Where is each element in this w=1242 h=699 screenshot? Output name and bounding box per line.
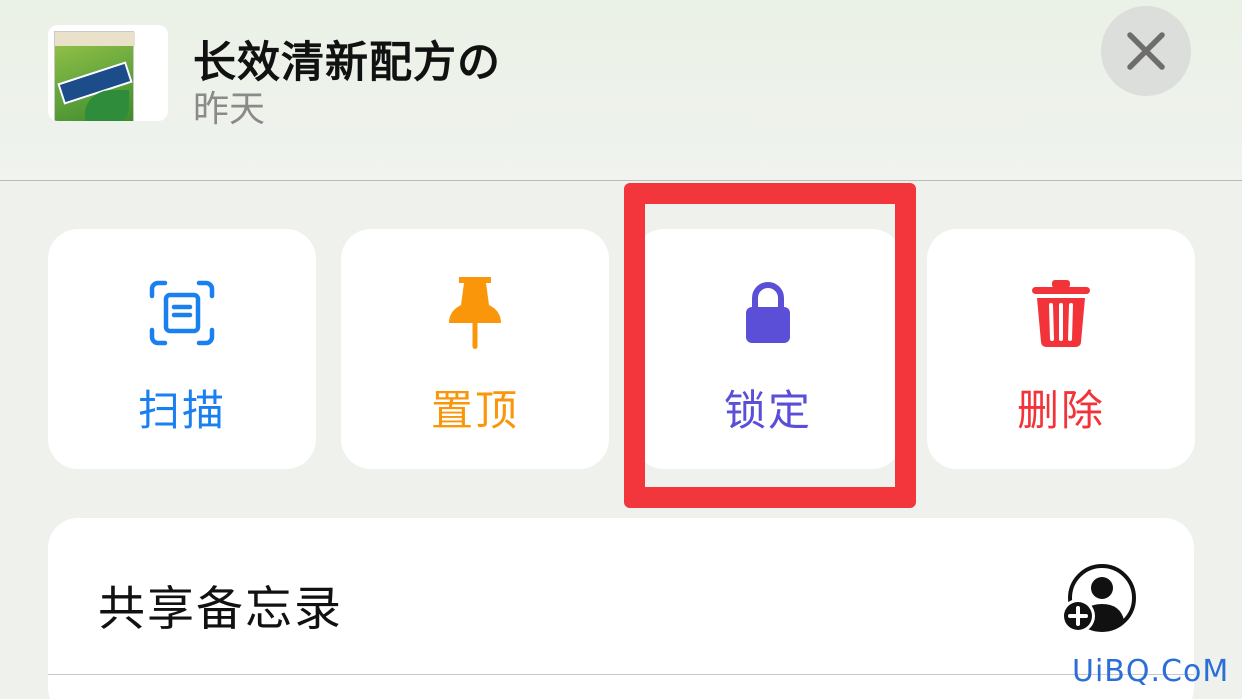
pin-icon <box>449 277 501 349</box>
scan-label: 扫描 <box>137 386 226 435</box>
pin-label: 置顶 <box>430 386 519 435</box>
note-thumbnail[interactable] <box>48 25 168 121</box>
pin-button[interactable]: 置顶 <box>341 229 609 469</box>
watermark: UiBQ.CoM <box>1072 654 1230 689</box>
note-header: 长效清新配方の 昨天 <box>0 0 1242 181</box>
row-divider <box>48 674 1194 675</box>
note-thumbnail-image <box>54 31 135 121</box>
share-note-row[interactable]: 共享备忘录 <box>48 518 1194 699</box>
share-note-label: 共享备忘录 <box>98 582 343 637</box>
scan-button[interactable]: 扫描 <box>48 229 316 469</box>
lock-label: 锁定 <box>723 386 812 435</box>
close-icon <box>1127 32 1165 70</box>
note-date: 昨天 <box>193 89 266 130</box>
scan-document-icon <box>149 280 215 346</box>
close-button[interactable] <box>1101 6 1191 96</box>
add-person-icon <box>1061 564 1136 633</box>
delete-label: 删除 <box>1016 386 1105 435</box>
delete-button[interactable]: 删除 <box>927 229 1195 469</box>
lock-icon <box>746 282 790 343</box>
trash-icon <box>1032 280 1090 347</box>
lock-button[interactable]: 锁定 <box>634 229 902 469</box>
